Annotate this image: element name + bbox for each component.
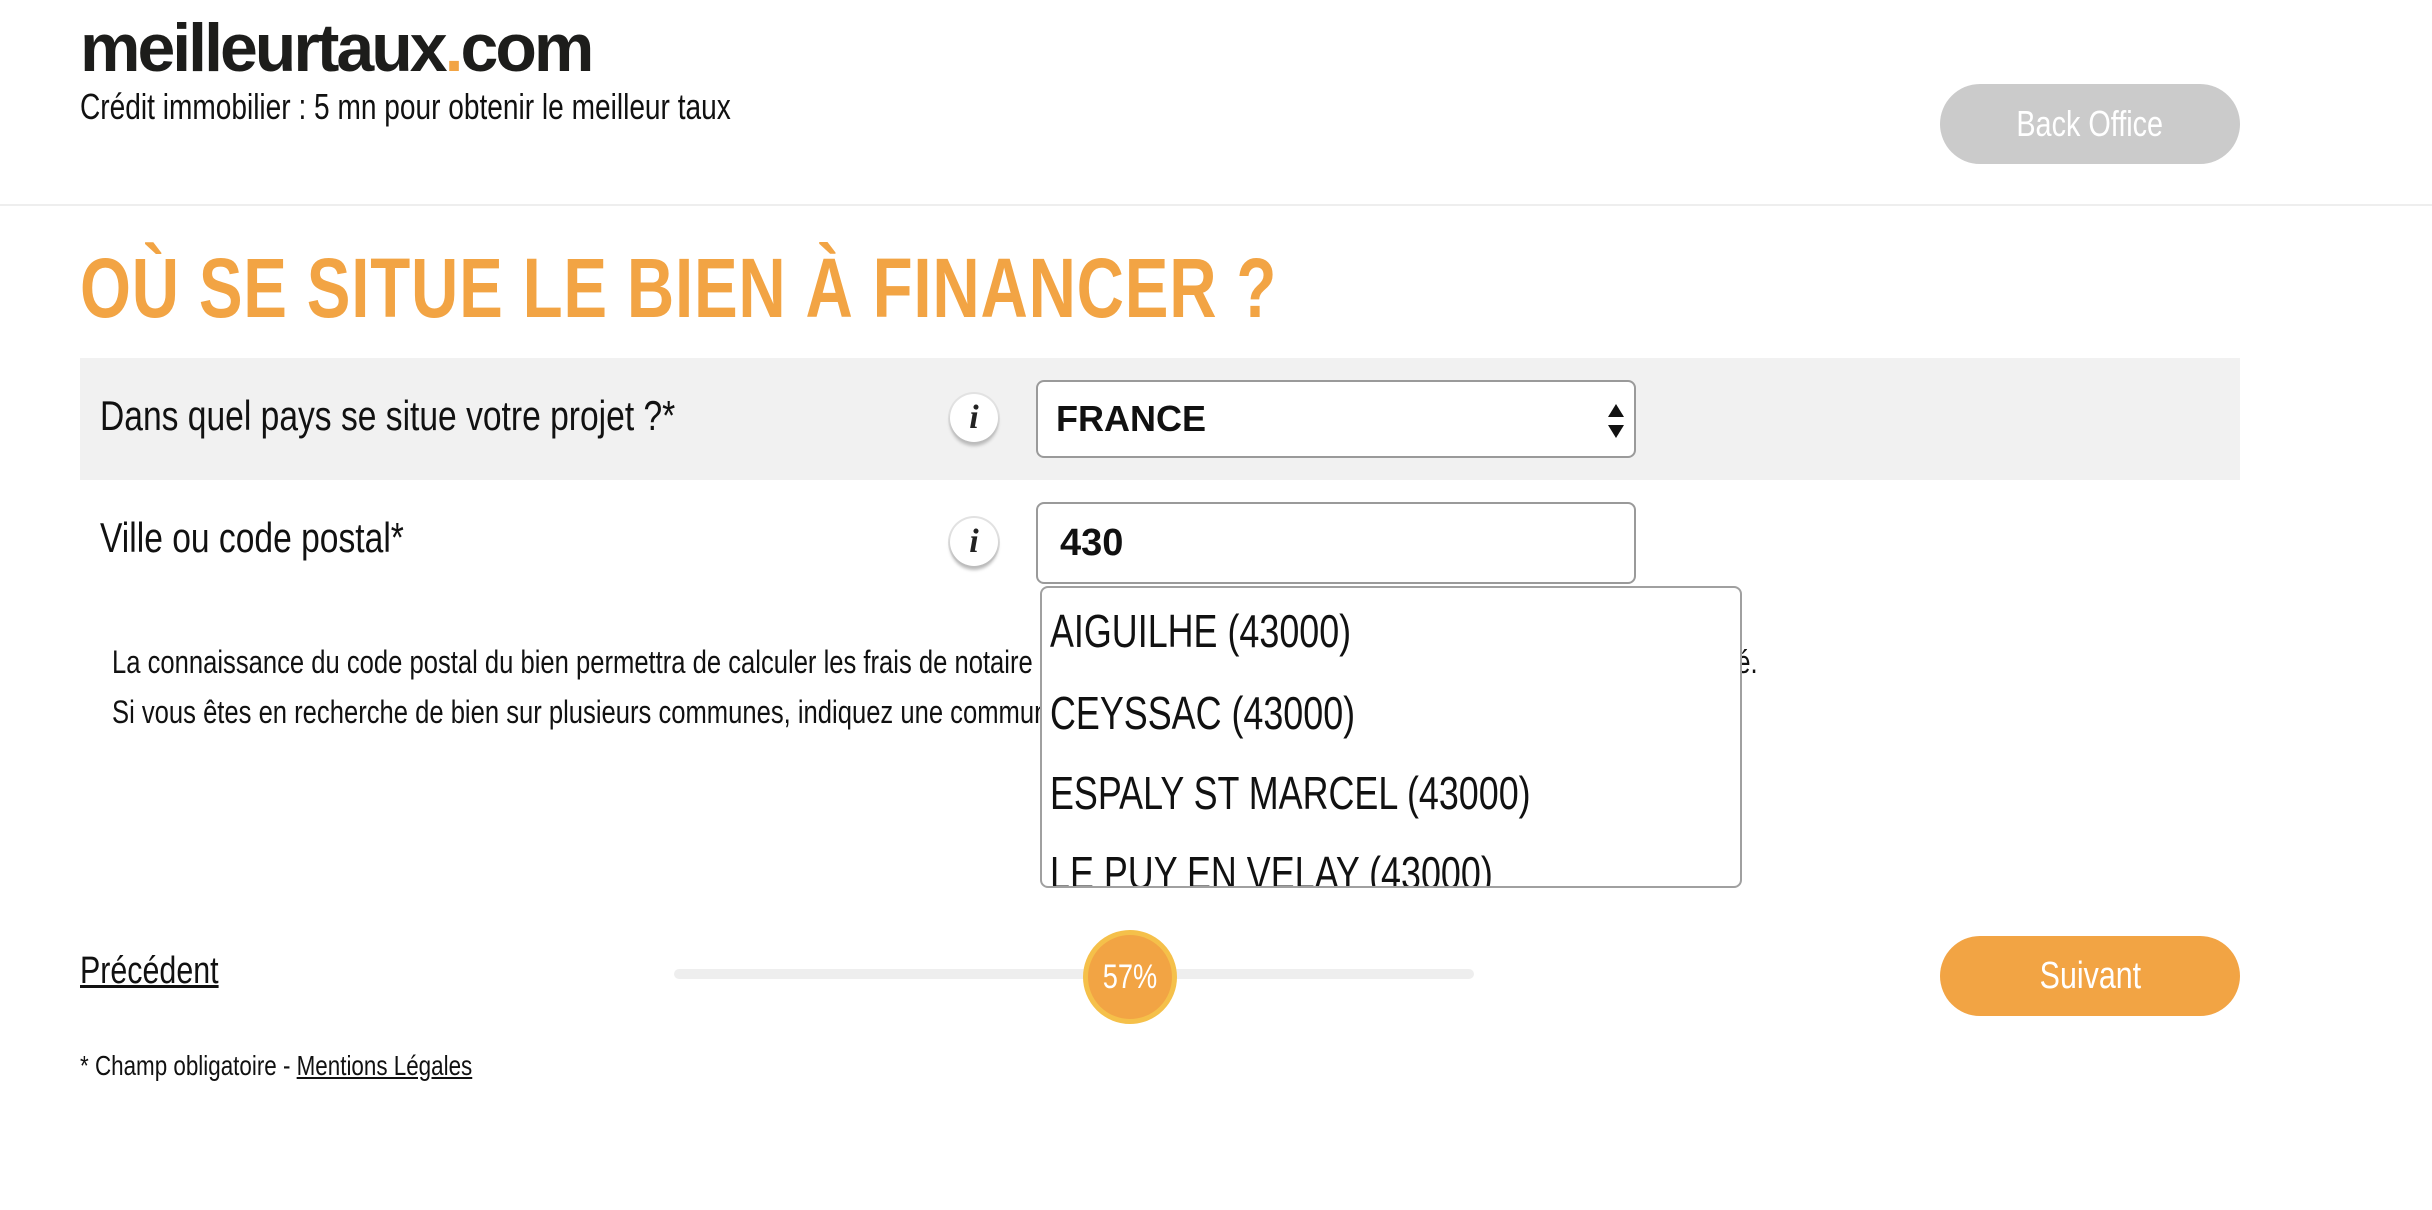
country-select[interactable]: FRANCE <box>1036 380 1636 458</box>
autocomplete-option[interactable]: CEYSSAC (43000) <box>1050 686 1355 740</box>
back-office-button[interactable]: Back Office <box>1940 84 2240 164</box>
autocomplete-option[interactable]: AIGUILHE (43000) <box>1050 604 1351 658</box>
site-logo[interactable]: meilleurtaux.com <box>80 14 594 82</box>
city-label: Ville ou code postal* <box>100 514 404 561</box>
logo-dot: . <box>444 10 464 86</box>
next-button[interactable]: Suivant <box>1940 936 2240 1016</box>
logo-tld: com <box>460 10 595 86</box>
city-info-icon[interactable]: i <box>950 518 998 566</box>
logo-main: meilleurtaux <box>80 10 448 86</box>
country-label: Dans quel pays se situe votre projet ?* <box>100 392 676 439</box>
help-text-line-1: La connaissance du code postal du bien p… <box>112 644 1033 680</box>
select-arrows-icon <box>1608 404 1624 438</box>
country-info-icon[interactable]: i <box>950 394 998 442</box>
header-divider <box>0 204 2432 206</box>
legal-mentions-link[interactable]: Mentions Légales <box>297 1050 473 1081</box>
back-office-label: Back Office <box>2016 103 2164 144</box>
city-input[interactable] <box>1036 502 1636 584</box>
footer-note: * Champ obligatoire - Mentions Légales <box>80 1050 472 1082</box>
progress-indicator: 57% <box>1083 930 1177 1024</box>
required-note: * Champ obligatoire - <box>80 1050 297 1081</box>
autocomplete-option[interactable]: ESPALY ST MARCEL (43000) <box>1050 766 1531 820</box>
autocomplete-dropdown[interactable]: AIGUILHE (43000) CEYSSAC (43000) ESPALY … <box>1040 586 1742 888</box>
page-title: OÙ SE SITUE LE BIEN À FINANCER ? <box>80 241 1278 335</box>
autocomplete-option[interactable]: LE PUY EN VELAY (43000) <box>1050 846 1493 886</box>
next-label: Suivant <box>2039 954 2141 997</box>
country-selected-value: FRANCE <box>1056 398 1206 439</box>
previous-link[interactable]: Précédent <box>80 950 219 993</box>
progress-text: 57% <box>1102 957 1158 996</box>
tagline: Crédit immobilier : 5 mn pour obtenir le… <box>80 86 731 127</box>
help-text-line-2: Si vous êtes en recherche de bien sur pl… <box>112 694 1063 730</box>
progress-track <box>674 969 1474 979</box>
